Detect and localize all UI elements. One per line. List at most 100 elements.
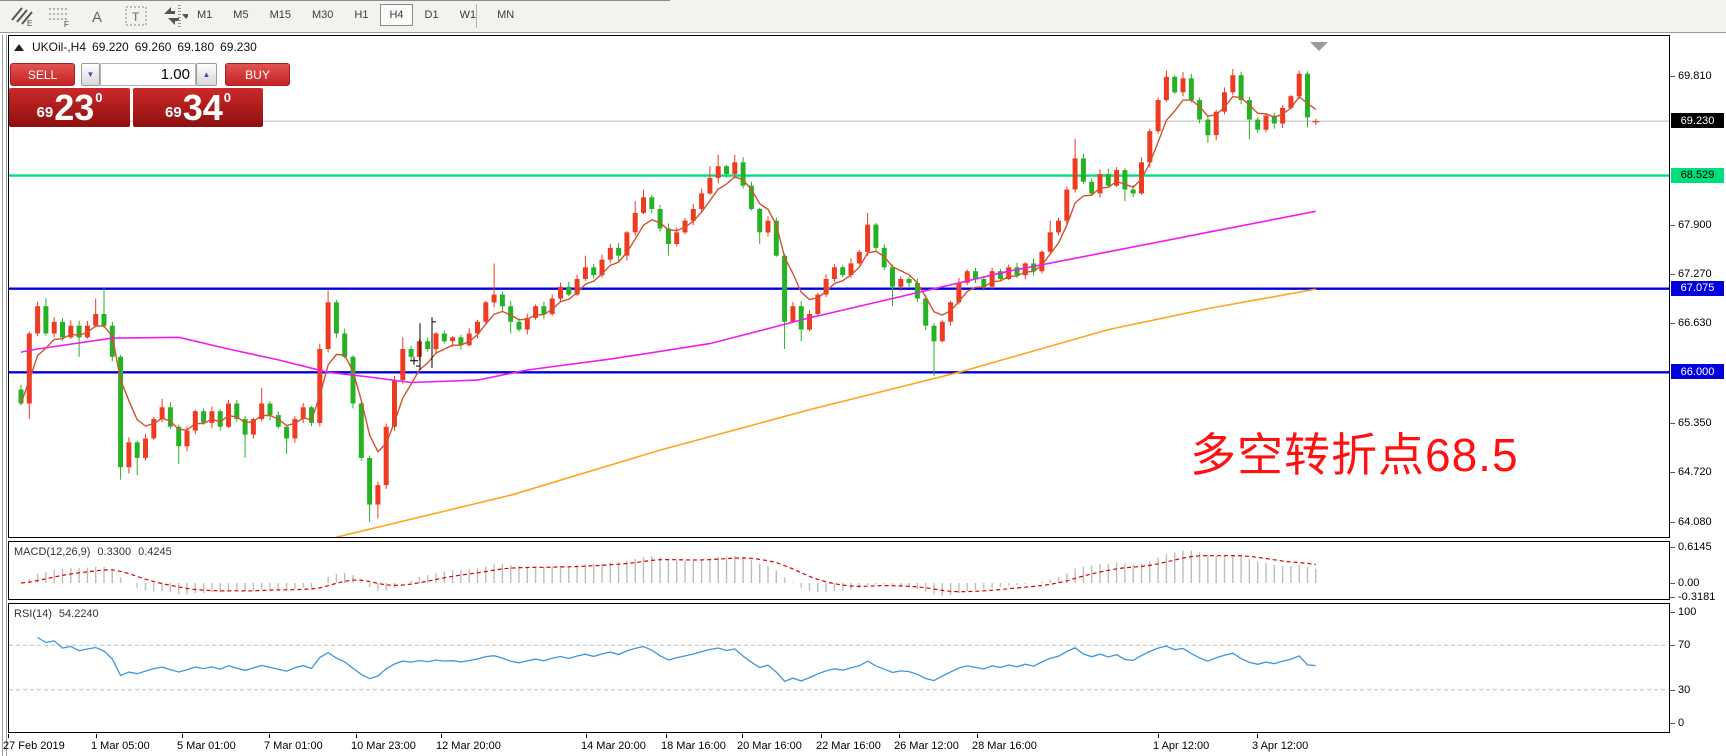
time-tick-mark (269, 734, 270, 738)
timeframe-button-w1[interactable]: W1 (451, 4, 486, 26)
time-tick-mark (441, 734, 442, 738)
time-tick-mark (821, 734, 822, 738)
time-axis-label: 1 Apr 12:00 (1153, 740, 1209, 752)
time-tick-mark (356, 734, 357, 738)
price-tick-mark (1670, 274, 1675, 275)
price-tick-label: 67.900 (1678, 219, 1712, 231)
time-tick-mark (977, 734, 978, 738)
macd-title: MACD(12,26,9) (14, 546, 90, 558)
time-axis-label: 20 Mar 16:00 (737, 740, 802, 752)
time-axis-label: 12 Mar 20:00 (436, 740, 501, 752)
time-axis-label: 7 Mar 01:00 (264, 740, 323, 752)
rsi-tick-mark (1670, 645, 1675, 646)
time-axis-label: 26 Mar 12:00 (894, 740, 959, 752)
toolbar-top-border (0, 0, 670, 1)
price-tick-mark (1670, 522, 1675, 523)
time-tick-mark (1257, 734, 1258, 738)
macd-tick-mark (1670, 583, 1675, 584)
rsi-chart[interactable] (9, 604, 1669, 732)
price-tick-mark (1670, 423, 1675, 424)
window-edge-line (2, 35, 3, 756)
time-axis-label: 14 Mar 20:00 (581, 740, 646, 752)
time-tick-mark (8, 734, 9, 738)
toolbar-drag-handle[interactable] (178, 5, 181, 28)
rsi-indicator-panel: RSI(14) 54.2240 (8, 603, 1670, 733)
price-level-badge: 67.075 (1671, 281, 1724, 296)
arrows-tool-icon[interactable] (160, 3, 188, 29)
volume-decrease-button[interactable]: ▼ (81, 63, 100, 86)
time-axis-label: 28 Mar 16:00 (972, 740, 1037, 752)
time-tick-mark (182, 734, 183, 738)
time-axis-label: 5 Mar 01:00 (177, 740, 236, 752)
price-tick-mark (1670, 472, 1675, 473)
price-tick-label: 65.350 (1678, 417, 1712, 429)
time-axis-label: 10 Mar 23:00 (351, 740, 416, 752)
price-axis[interactable]: 69.81067.90067.27066.63065.35064.72064.0… (1670, 0, 1726, 756)
sell-price-pips: 23 (54, 92, 94, 124)
timeframe-button-m15[interactable]: M15 (261, 4, 300, 26)
sell-price-big-figure: 69 (37, 104, 54, 121)
ohlc-close: 69.230 (220, 40, 257, 54)
price-tick-label: 66.630 (1678, 317, 1712, 329)
text-tool-icon[interactable]: A (84, 3, 112, 29)
price-tick-label: 64.720 (1678, 466, 1712, 478)
buy-quote-button[interactable]: 69 34 0 (133, 88, 263, 127)
window-edge-line (6, 35, 7, 756)
macd-tick-mark (1670, 597, 1675, 598)
macd-label: MACD(12,26,9) 0.3300 0.4245 (14, 546, 172, 558)
buy-price-pips: 34 (183, 92, 223, 124)
timeframe-button-m5[interactable]: M5 (224, 4, 257, 26)
sell-quote-button[interactable]: 69 23 0 (9, 88, 130, 127)
ohlc-high: 69.260 (135, 40, 172, 54)
time-tick-mark (96, 734, 97, 738)
time-axis[interactable]: 27 Feb 20191 Mar 05:005 Mar 01:007 Mar 0… (0, 734, 1726, 756)
rsi-tick-mark (1670, 612, 1675, 613)
rsi-label: RSI(14) 54.2240 (14, 608, 99, 620)
timeframe-button-h1[interactable]: H1 (345, 4, 377, 26)
timeframe-button-m30[interactable]: M30 (303, 4, 342, 26)
chart-header: UKOil-,H4 69.220 69.260 69.180 69.230 (14, 40, 257, 54)
volume-increase-button[interactable]: ▲ (196, 63, 217, 86)
fibonacci-tool-icon[interactable]: F (46, 3, 74, 29)
symbol-title: UKOil-,H4 (32, 40, 86, 54)
rsi-tick-mark (1670, 690, 1675, 691)
symbol-expand-icon[interactable] (14, 44, 24, 51)
macd-chart[interactable] (9, 542, 1669, 599)
price-tick-mark (1670, 225, 1675, 226)
time-tick-mark (742, 734, 743, 738)
timeframe-button-d1[interactable]: D1 (416, 4, 448, 26)
macd-value-main: 0.3300 (97, 546, 131, 558)
chart-shift-marker-icon[interactable] (1310, 42, 1328, 51)
time-tick-mark (586, 734, 587, 738)
macd-axis-label: 0.00 (1678, 577, 1699, 589)
trading-terminal-window: E F A T M1M5M15M30H1H4D1W1MN UKOil-,H4 69.2… (0, 0, 1726, 756)
ohlc-open: 69.220 (92, 40, 129, 54)
pattern-tool-icon[interactable]: E (8, 3, 36, 29)
main-chart-panel: UKOil-,H4 69.220 69.260 69.180 69.230 SE… (8, 35, 1670, 538)
rsi-axis-label: 0 (1678, 717, 1684, 729)
rsi-value: 54.2240 (59, 608, 99, 620)
timeframe-button-m1[interactable]: M1 (188, 4, 221, 26)
time-axis-label: 1 Mar 05:00 (91, 740, 150, 752)
price-level-badge: 69.230 (1671, 113, 1724, 128)
buy-price-pipette: 0 (224, 90, 231, 105)
svg-text:E: E (27, 19, 32, 28)
rsi-axis-label: 70 (1678, 639, 1690, 651)
macd-axis-label: 0.6145 (1678, 541, 1712, 553)
macd-axis-label: -0.3181 (1678, 591, 1715, 603)
svg-text:T: T (132, 10, 140, 24)
sell-button[interactable]: SELL (10, 63, 75, 86)
timeframe-button-mn[interactable]: MN (488, 4, 523, 26)
svg-text:A: A (92, 9, 102, 26)
buy-button[interactable]: BUY (225, 63, 290, 86)
price-tick-mark (1670, 76, 1675, 77)
rsi-axis-label: 30 (1678, 684, 1690, 696)
text-label-tool-icon[interactable]: T (122, 3, 150, 29)
volume-input[interactable] (100, 63, 196, 86)
time-tick-mark (899, 734, 900, 738)
time-axis-label: 18 Mar 16:00 (661, 740, 726, 752)
timeframe-button-h4[interactable]: H4 (380, 4, 412, 26)
macd-tick-mark (1670, 547, 1675, 548)
price-tick-mark (1670, 323, 1675, 324)
rsi-tick-mark (1670, 723, 1675, 724)
